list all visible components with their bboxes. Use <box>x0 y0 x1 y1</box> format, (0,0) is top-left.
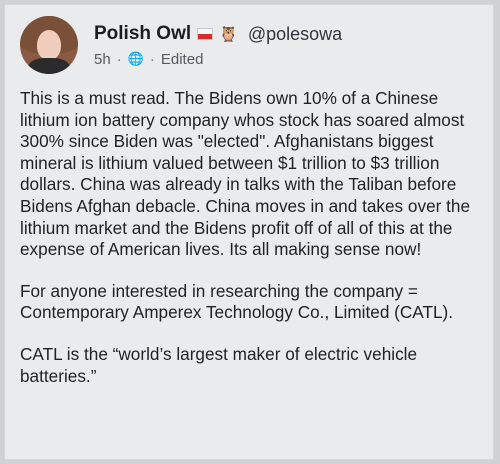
separator-dot: · <box>116 51 122 68</box>
post-submeta: 5h · 🌐 · Edited <box>94 51 342 69</box>
owl-icon: 🦉 <box>219 25 238 43</box>
post-paragraph-3: CATL is the “world’s largest maker of el… <box>20 343 418 386</box>
separator-dot: · <box>149 51 155 68</box>
post-paragraph-2: For anyone interested in researching the… <box>20 280 454 323</box>
author-name[interactable]: Polish Owl <box>94 23 191 45</box>
poland-flag-icon <box>197 28 214 40</box>
avatar-face <box>37 30 61 60</box>
author-handle[interactable]: @polesowa <box>248 24 342 45</box>
avatar-body <box>28 58 70 74</box>
post-body: This is a must read. The Bidens own 10% … <box>20 88 488 407</box>
edited-label[interactable]: Edited <box>161 51 204 68</box>
post-paragraph-1: This is a must read. The Bidens own 10% … <box>20 88 471 260</box>
avatar[interactable] <box>20 16 78 74</box>
post-time[interactable]: 5h <box>94 51 111 68</box>
post-header: Polish Owl 🦉 @polesowa 5h · 🌐 · Edited <box>20 16 342 76</box>
globe-icon[interactable]: 🌐 <box>128 51 144 67</box>
post-card: Polish Owl 🦉 @polesowa 5h · 🌐 · Edited T… <box>4 4 494 460</box>
post-meta: Polish Owl 🦉 @polesowa 5h · 🌐 · Edited <box>94 22 342 68</box>
author-row: Polish Owl 🦉 @polesowa <box>94 22 342 46</box>
